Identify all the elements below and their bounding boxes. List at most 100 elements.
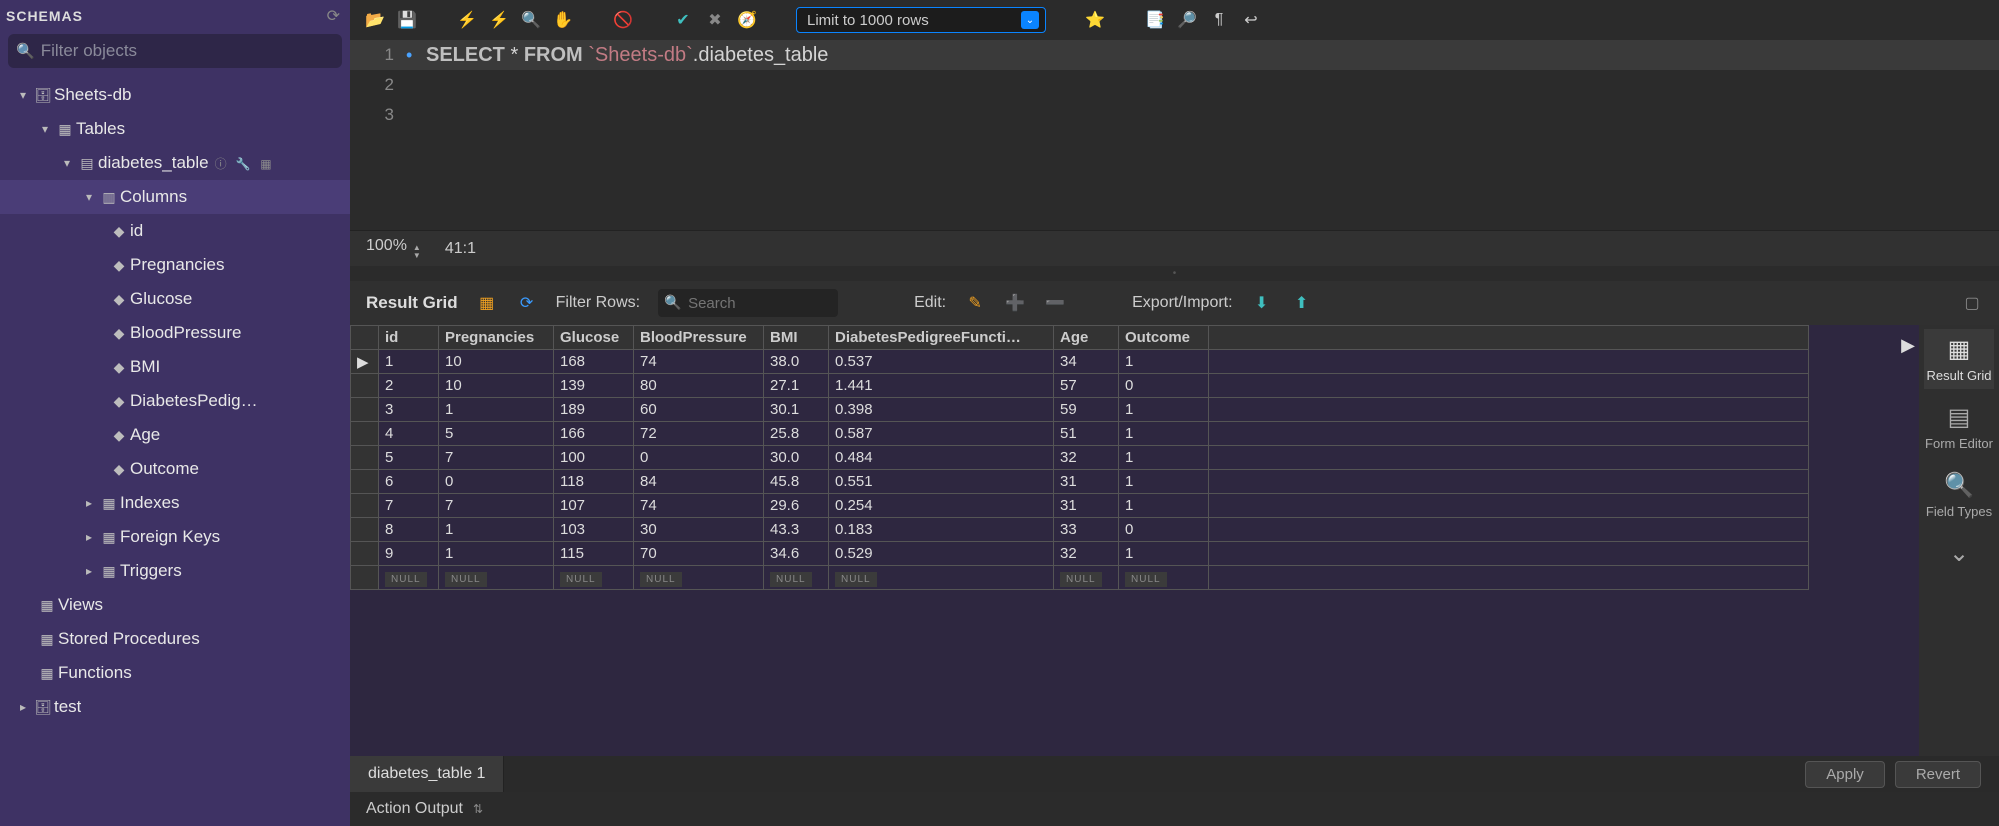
- grid-cell[interactable]: 30: [634, 518, 764, 542]
- col-header[interactable]: id: [379, 326, 439, 350]
- grid-cell[interactable]: 31: [1054, 494, 1119, 518]
- row-marker[interactable]: [351, 374, 379, 398]
- grid-cell[interactable]: 8: [379, 518, 439, 542]
- grid-cell[interactable]: 139: [554, 374, 634, 398]
- grid-cell[interactable]: 72: [634, 422, 764, 446]
- grid-cell[interactable]: 3: [379, 398, 439, 422]
- grid-cell[interactable]: 10: [439, 374, 554, 398]
- grid-cell[interactable]: 51: [1054, 422, 1119, 446]
- grid-cell[interactable]: 166: [554, 422, 634, 446]
- row-marker[interactable]: [351, 542, 379, 566]
- grid-cell[interactable]: 1: [1119, 350, 1209, 374]
- row-marker[interactable]: [351, 422, 379, 446]
- grid-cell[interactable]: 2: [379, 374, 439, 398]
- grid-cell[interactable]: 27.1: [764, 374, 829, 398]
- grid-cell[interactable]: 1: [1119, 470, 1209, 494]
- grid-cell[interactable]: 60: [634, 398, 764, 422]
- grid-cell[interactable]: 100: [554, 446, 634, 470]
- row-marker[interactable]: [351, 398, 379, 422]
- db-node-sheets-db[interactable]: ▾🗄Sheets-db: [0, 78, 350, 112]
- grid-cell[interactable]: 70: [634, 542, 764, 566]
- row-marker[interactable]: [351, 470, 379, 494]
- col-header[interactable]: Age: [1054, 326, 1119, 350]
- grid-cell-null[interactable]: NULL: [554, 566, 634, 590]
- toggle-autocommit-icon[interactable]: 🚫: [612, 9, 634, 31]
- foreign-keys-node[interactable]: ▸▦Foreign Keys: [0, 520, 350, 554]
- column-dpf[interactable]: ◆DiabetesPedig…: [0, 384, 350, 418]
- tables-node[interactable]: ▾▦Tables: [0, 112, 350, 146]
- row-marker[interactable]: [351, 494, 379, 518]
- col-header[interactable]: DiabetesPedigreeFuncti…: [829, 326, 1054, 350]
- add-row-icon[interactable]: ➕: [1004, 292, 1026, 314]
- grid-cell[interactable]: 30.0: [764, 446, 829, 470]
- find-icon[interactable]: 🔎: [1176, 9, 1198, 31]
- toggle-limit-icon[interactable]: 🧭: [736, 9, 758, 31]
- action-output-header[interactable]: Action Output ⇅: [350, 792, 1999, 826]
- column-outcome[interactable]: ◆Outcome: [0, 452, 350, 486]
- invisible-chars-icon[interactable]: ¶: [1208, 9, 1230, 31]
- grid-cell[interactable]: 45.8: [764, 470, 829, 494]
- grid-cell[interactable]: 34: [1054, 350, 1119, 374]
- grid-cell[interactable]: 6: [379, 470, 439, 494]
- grid-cell[interactable]: 59: [1054, 398, 1119, 422]
- table-node-diabetes[interactable]: ▾▤diabetes_tableⓘ 🔧 ▦: [0, 146, 350, 180]
- grid-cell[interactable]: 84: [634, 470, 764, 494]
- grid-cell[interactable]: 115: [554, 542, 634, 566]
- grid-cell[interactable]: 168: [554, 350, 634, 374]
- apply-button[interactable]: Apply: [1805, 761, 1885, 788]
- indexes-node[interactable]: ▸▦Indexes: [0, 486, 350, 520]
- grid-cell[interactable]: 33: [1054, 518, 1119, 542]
- column-glucose[interactable]: ◆Glucose: [0, 282, 350, 316]
- grid-cell[interactable]: 1: [439, 518, 554, 542]
- grid-cell[interactable]: 29.6: [764, 494, 829, 518]
- grid-cell[interactable]: 31: [1054, 470, 1119, 494]
- row-marker[interactable]: [351, 518, 379, 542]
- snippets-icon[interactable]: 📑: [1144, 9, 1166, 31]
- beautify-icon[interactable]: ⭐: [1084, 9, 1106, 31]
- stop-icon[interactable]: ✋: [552, 9, 574, 31]
- functions-node[interactable]: ▦Functions: [0, 656, 350, 690]
- grid-cell[interactable]: 9: [379, 542, 439, 566]
- grid-cell[interactable]: 1.441: [829, 374, 1054, 398]
- grid-cell-null[interactable]: NULL: [1119, 566, 1209, 590]
- grid-cell[interactable]: 1: [1119, 422, 1209, 446]
- refresh-results-icon[interactable]: ⟳: [516, 292, 538, 314]
- grid-cell[interactable]: 0: [1119, 518, 1209, 542]
- grid-cell[interactable]: 25.8: [764, 422, 829, 446]
- tab-form-editor[interactable]: ▤Form Editor: [1924, 397, 1994, 457]
- grid-cell[interactable]: 38.0: [764, 350, 829, 374]
- grid-cell[interactable]: 0.254: [829, 494, 1054, 518]
- grid-cell[interactable]: 0.587: [829, 422, 1054, 446]
- zoom-stepper-icon[interactable]: ▲▼: [413, 244, 421, 260]
- grid-cell[interactable]: 0.551: [829, 470, 1054, 494]
- grid-cell[interactable]: 1: [1119, 494, 1209, 518]
- row-limit-select[interactable]: Limit to 1000 rows ⌄: [796, 7, 1046, 33]
- grid-cell[interactable]: 74: [634, 494, 764, 518]
- columns-node[interactable]: ▾▥Columns: [0, 180, 350, 214]
- grid-cell[interactable]: 1: [439, 398, 554, 422]
- grid-cell[interactable]: 57: [1054, 374, 1119, 398]
- grid-cell[interactable]: 107: [554, 494, 634, 518]
- execute-icon[interactable]: ⚡: [456, 9, 478, 31]
- rollback-icon[interactable]: ✖: [704, 9, 726, 31]
- grid-cell-null[interactable]: NULL: [829, 566, 1054, 590]
- grid-cell[interactable]: 0.398: [829, 398, 1054, 422]
- expand-panel-icon[interactable]: ▶: [1901, 335, 1915, 356]
- grid-cell[interactable]: 0: [439, 470, 554, 494]
- column-id[interactable]: ◆id: [0, 214, 350, 248]
- edit-row-icon[interactable]: ✎: [964, 292, 986, 314]
- tab-result-grid[interactable]: ▦Result Grid: [1924, 329, 1994, 389]
- export-icon[interactable]: ⬇: [1251, 292, 1273, 314]
- refresh-icon[interactable]: ⟳: [327, 6, 340, 26]
- grid-cell[interactable]: 32: [1054, 446, 1119, 470]
- grid-cell[interactable]: 7: [439, 494, 554, 518]
- grid-cell[interactable]: 1: [1119, 398, 1209, 422]
- col-header[interactable]: Pregnancies: [439, 326, 554, 350]
- grid-cell[interactable]: 34.6: [764, 542, 829, 566]
- more-tabs[interactable]: ⌄: [1924, 533, 1994, 578]
- col-header[interactable]: BMI: [764, 326, 829, 350]
- commit-icon[interactable]: ✔: [672, 9, 694, 31]
- grid-cell[interactable]: 189: [554, 398, 634, 422]
- execute-current-icon[interactable]: ⚡: [488, 9, 510, 31]
- table-tool-icons[interactable]: ⓘ 🔧 ▦: [215, 155, 275, 172]
